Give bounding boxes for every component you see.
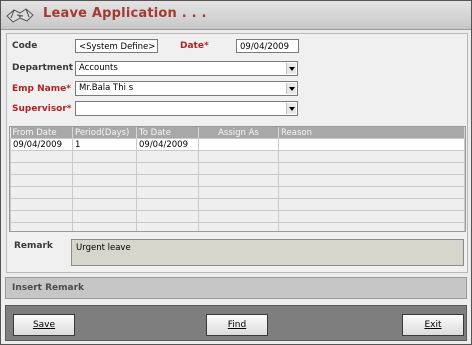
grid-cell[interactable] bbox=[72, 174, 137, 187]
grid-cell[interactable] bbox=[198, 210, 279, 223]
grid-cell[interactable] bbox=[278, 150, 465, 163]
grid-cell[interactable] bbox=[10, 150, 73, 163]
supervisor-label: Supervisor* bbox=[12, 104, 72, 114]
save-button[interactable]: Save bbox=[13, 314, 75, 336]
window-header: Leave Application . . . bbox=[1, 1, 471, 30]
table-row[interactable] bbox=[10, 150, 465, 163]
date-field[interactable]: 09/04/2009 bbox=[236, 39, 299, 53]
grid-cell[interactable] bbox=[278, 210, 465, 223]
grid-cell[interactable] bbox=[10, 162, 73, 175]
grid-cell[interactable] bbox=[10, 210, 73, 223]
date-label: Date* bbox=[180, 41, 209, 51]
leave-application-window: Leave Application . . . Code <System Def… bbox=[0, 0, 472, 345]
cell-assign-as[interactable] bbox=[198, 138, 279, 151]
grid-cell[interactable] bbox=[198, 162, 279, 175]
grid-cell[interactable] bbox=[10, 222, 73, 231]
table-row[interactable] bbox=[10, 198, 465, 211]
code-label: Code bbox=[12, 41, 38, 51]
grid-cell[interactable] bbox=[72, 186, 137, 199]
cell-from-date[interactable]: 09/04/2009 bbox=[10, 138, 73, 151]
grid-cell[interactable] bbox=[278, 174, 465, 187]
table-row[interactable] bbox=[10, 162, 465, 175]
emp-name-value: Mr.Bala Thi s bbox=[79, 83, 134, 93]
table-row[interactable] bbox=[10, 174, 465, 187]
table-row[interactable] bbox=[10, 186, 465, 199]
grid-cell[interactable] bbox=[136, 174, 199, 187]
chevron-down-icon[interactable] bbox=[286, 83, 296, 94]
grid-cell[interactable] bbox=[136, 222, 199, 231]
remark-field[interactable]: Urgent leave bbox=[71, 239, 464, 266]
leave-period-grid[interactable]: From Date Period(Days) To Date Assign As… bbox=[9, 126, 466, 232]
insert-remark-label: Insert Remark bbox=[12, 283, 84, 293]
grid-cell[interactable] bbox=[10, 186, 73, 199]
grid-cell[interactable] bbox=[136, 162, 199, 175]
handshake-icon bbox=[6, 8, 34, 23]
department-label: Department bbox=[12, 63, 74, 73]
grid-header-row: From Date Period(Days) To Date Assign As… bbox=[10, 127, 465, 139]
cell-reason[interactable] bbox=[278, 138, 465, 151]
grid-cell[interactable] bbox=[136, 198, 199, 211]
emp-name-label: Emp Name* bbox=[12, 84, 71, 94]
column-header-period-days[interactable]: Period(Days) bbox=[72, 127, 137, 139]
column-header-reason[interactable]: Reason bbox=[278, 127, 465, 139]
grid-cell[interactable] bbox=[72, 222, 137, 231]
grid-cell[interactable] bbox=[278, 186, 465, 199]
table-row[interactable] bbox=[10, 222, 465, 231]
grid-cell[interactable] bbox=[278, 198, 465, 211]
insert-remark-bar[interactable]: Insert Remark bbox=[5, 277, 467, 299]
button-bar: Save Find Exit bbox=[5, 305, 467, 341]
cell-to-date[interactable]: 09/04/2009 bbox=[136, 138, 199, 151]
grid-cell[interactable] bbox=[278, 222, 465, 231]
supervisor-dropdown[interactable] bbox=[75, 101, 298, 116]
grid-cell[interactable] bbox=[72, 198, 137, 211]
grid-cell[interactable] bbox=[198, 186, 279, 199]
window-title: Leave Application . . . bbox=[43, 6, 207, 21]
department-value: Accounts bbox=[79, 63, 118, 73]
grid-cell[interactable] bbox=[10, 174, 73, 187]
code-field[interactable]: <System Define> bbox=[75, 39, 158, 53]
grid-cell[interactable] bbox=[72, 150, 137, 163]
remark-label: Remark bbox=[14, 241, 53, 251]
grid-cell[interactable] bbox=[198, 222, 279, 231]
table-row[interactable]: 09/04/2009 1 09/04/2009 bbox=[10, 138, 465, 151]
table-row[interactable] bbox=[10, 210, 465, 223]
chevron-down-icon[interactable] bbox=[286, 63, 296, 74]
grid-cell[interactable] bbox=[198, 150, 279, 163]
department-dropdown[interactable]: Accounts bbox=[75, 61, 298, 76]
column-header-to-date[interactable]: To Date bbox=[136, 127, 199, 139]
grid-cell[interactable] bbox=[136, 150, 199, 163]
grid-cell[interactable] bbox=[10, 198, 73, 211]
grid-cell[interactable] bbox=[278, 162, 465, 175]
grid-cell[interactable] bbox=[136, 210, 199, 223]
chevron-down-icon[interactable] bbox=[286, 103, 296, 114]
find-button[interactable]: Find bbox=[206, 314, 268, 336]
exit-button[interactable]: Exit bbox=[402, 314, 464, 336]
grid-cell[interactable] bbox=[136, 186, 199, 199]
grid-cell[interactable] bbox=[72, 210, 137, 223]
grid-cell[interactable] bbox=[72, 162, 137, 175]
grid-cell[interactable] bbox=[198, 198, 279, 211]
emp-name-dropdown[interactable]: Mr.Bala Thi s bbox=[75, 81, 298, 96]
column-header-assign-as[interactable]: Assign As bbox=[198, 127, 279, 139]
column-header-from-date[interactable]: From Date bbox=[10, 127, 73, 139]
grid-cell[interactable] bbox=[198, 174, 279, 187]
cell-period-days[interactable]: 1 bbox=[72, 138, 137, 151]
